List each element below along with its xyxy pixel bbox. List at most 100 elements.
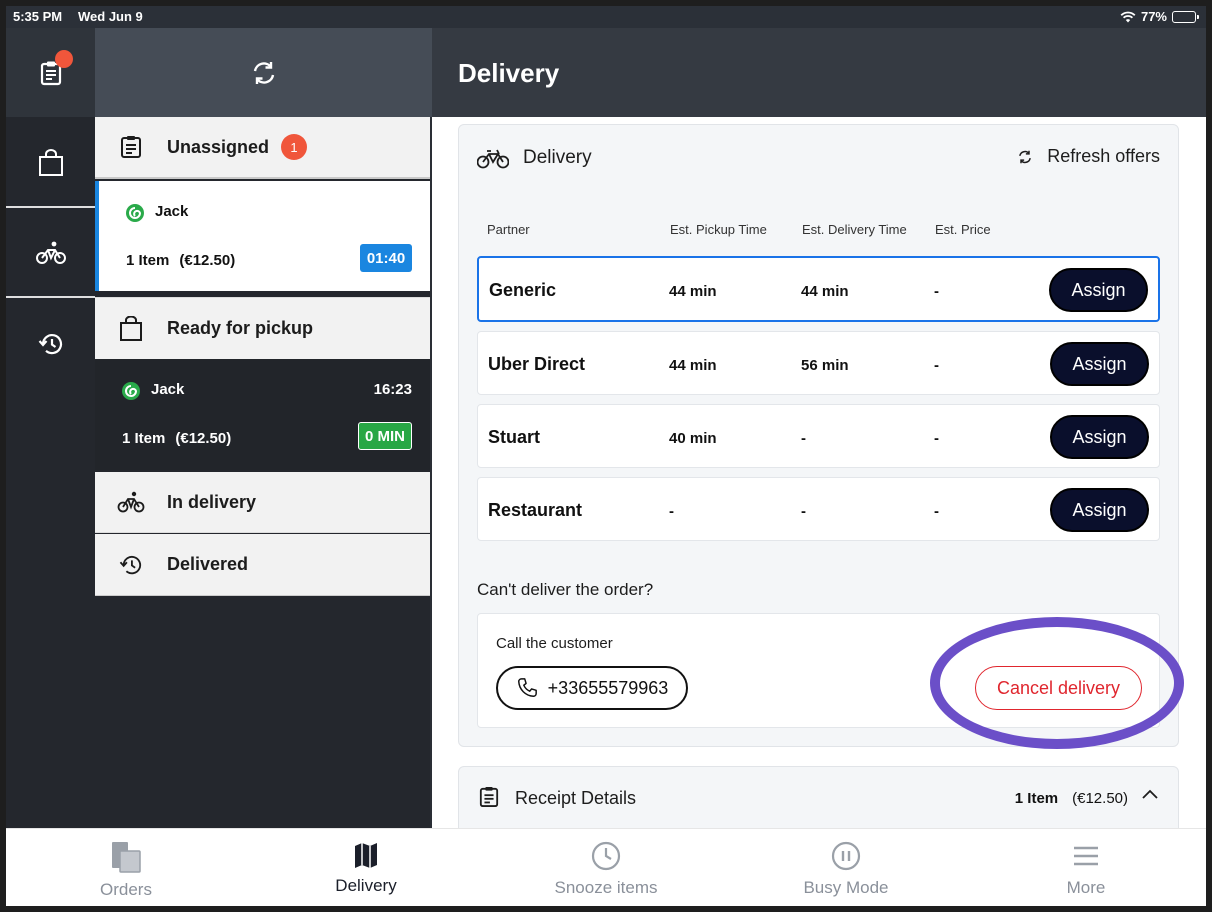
column-header-pickup: Est. Pickup Time	[670, 222, 767, 237]
highlight-circle-annotation	[930, 617, 1184, 749]
tab-delivery[interactable]: Delivery	[246, 829, 486, 906]
section-label: Delivered	[167, 554, 249, 574]
partner-name: Stuart	[488, 427, 541, 447]
section-label: Ready for pickup	[167, 318, 314, 338]
bicycle-icon	[95, 491, 167, 513]
history-icon	[95, 554, 167, 576]
rail-delivery-button[interactable]	[6, 208, 95, 298]
status-bar: 5:35 PM Wed Jun 9 77%	[6, 6, 1206, 28]
order-price: (€12.50)	[179, 252, 236, 269]
section-unassigned[interactable]: Unassigned 1	[95, 117, 430, 179]
order-summary: 1 Item (€12.50)	[122, 430, 231, 447]
order-card-ready[interactable]: Jack 16:23 1 Item (€12.50) 0 MIN	[95, 359, 430, 470]
refresh-offers-button[interactable]: Refresh offers	[1017, 146, 1160, 167]
side-rail	[6, 28, 95, 828]
order-list: Unassigned 1 Jack 1 Item (€12.50) 01:40 R…	[95, 117, 430, 828]
tab-label: More	[1066, 878, 1106, 897]
brand-logo-icon	[121, 381, 141, 406]
delivery-card-title: Delivery	[523, 147, 592, 168]
tab-busy-mode[interactable]: Busy Mode	[726, 829, 966, 906]
orders-icon	[112, 842, 141, 873]
partner-row-stuart[interactable]: Stuart 40 min - - Assign	[477, 404, 1160, 468]
rail-history-button[interactable]	[6, 298, 95, 388]
partner-pickup-time: 40 min	[669, 430, 717, 447]
battery-percent: 77%	[1140, 9, 1167, 24]
partner-pickup-time: 44 min	[669, 283, 717, 300]
tab-label: Orders	[100, 880, 152, 899]
phone-number: +33655579963	[547, 677, 669, 698]
menu-icon	[1074, 846, 1098, 866]
list-header	[95, 28, 432, 117]
order-price: (€12.50)	[175, 430, 232, 447]
order-item-count: 1 Item	[126, 252, 170, 269]
tab-label: Snooze items	[554, 878, 658, 897]
partner-price: -	[934, 503, 939, 520]
tab-orders[interactable]: Orders	[6, 829, 246, 906]
section-ready-for-pickup[interactable]: Ready for pickup	[95, 297, 430, 359]
partner-delivery-time: 56 min	[801, 357, 849, 374]
wifi-icon	[1120, 11, 1136, 22]
receipt-price: (€12.50)	[1072, 790, 1128, 807]
partner-pickup-time: -	[669, 503, 674, 520]
page-title: Delivery	[458, 58, 560, 88]
phone-icon	[517, 678, 537, 697]
partner-pickup-time: 44 min	[669, 357, 717, 374]
partner-name: Generic	[489, 280, 557, 300]
section-in-delivery[interactable]: In delivery	[95, 472, 430, 533]
map-icon	[355, 843, 377, 868]
page-header: Delivery	[432, 28, 1206, 117]
tab-label: Delivery	[335, 876, 397, 895]
assign-button[interactable]: Assign	[1050, 488, 1149, 532]
partner-delivery-time: -	[801, 430, 806, 447]
partner-row-uber-direct[interactable]: Uber Direct 44 min 56 min - Assign	[477, 331, 1160, 395]
receipt-summary: 1 Item (€12.50)	[1015, 790, 1128, 807]
status-date: Wed Jun 9	[78, 9, 143, 24]
tab-more[interactable]: More	[966, 829, 1206, 906]
receipt-details-card[interactable]: Receipt Details 1 Item (€12.50)	[458, 766, 1179, 828]
rail-orders-button[interactable]	[6, 28, 95, 117]
partner-row-generic[interactable]: Generic 44 min 44 min - Assign	[477, 256, 1160, 322]
partner-name: Restaurant	[488, 500, 583, 520]
partner-row-restaurant[interactable]: Restaurant - - - Assign	[477, 477, 1160, 541]
assign-button[interactable]: Assign	[1050, 415, 1149, 459]
receipt-item-count: 1 Item	[1014, 790, 1059, 807]
bicycle-icon	[477, 149, 509, 169]
partner-delivery-time: -	[801, 503, 806, 520]
chevron-up-icon[interactable]	[1140, 785, 1160, 805]
receipt-icon	[479, 787, 499, 807]
call-phone-button[interactable]: +33655579963	[496, 666, 688, 710]
column-header-delivery: Est. Delivery Time	[802, 222, 907, 237]
refresh-icon	[1019, 150, 1032, 163]
assign-button[interactable]: Assign	[1049, 268, 1148, 312]
partner-price: -	[934, 430, 939, 447]
partner-price: -	[934, 283, 939, 300]
refresh-icon[interactable]	[250, 59, 278, 87]
status-right: 77%	[1120, 9, 1199, 24]
partner-price: -	[934, 357, 939, 374]
bottom-tab-bar: Orders Delivery Snooze items Busy Mode M…	[6, 828, 1206, 906]
cant-deliver-heading: Can't deliver the order?	[477, 580, 654, 599]
order-summary: 1 Item (€12.50)	[126, 252, 235, 269]
pause-icon	[831, 841, 861, 871]
section-label: In delivery	[167, 491, 257, 512]
section-label: Unassigned	[167, 136, 270, 157]
delivery-panel: Delivery Refresh offers Partner Est. Pic…	[432, 117, 1206, 828]
order-customer-name: Jack	[151, 381, 185, 398]
order-timer-badge: 01:40	[360, 244, 412, 272]
section-delivered[interactable]: Delivered	[95, 534, 430, 596]
tab-snooze-items[interactable]: Snooze items	[486, 829, 726, 906]
brand-logo-icon	[125, 203, 145, 228]
assign-button[interactable]: Assign	[1050, 342, 1149, 386]
clipboard-icon	[95, 135, 167, 159]
history-icon	[38, 334, 62, 355]
partner-name: Uber Direct	[488, 354, 586, 374]
rail-bag-button[interactable]	[6, 118, 95, 208]
shopping-bag-icon	[38, 149, 63, 176]
order-ready-time: 16:23	[373, 381, 412, 398]
column-header-price: Est. Price	[935, 222, 991, 237]
call-customer-label: Call the customer	[496, 635, 613, 652]
shopping-bag-icon	[95, 315, 167, 342]
bicycle-icon	[35, 241, 66, 264]
order-card-unassigned[interactable]: Jack 1 Item (€12.50) 01:40	[95, 181, 430, 291]
column-header-partner: Partner	[487, 222, 530, 237]
